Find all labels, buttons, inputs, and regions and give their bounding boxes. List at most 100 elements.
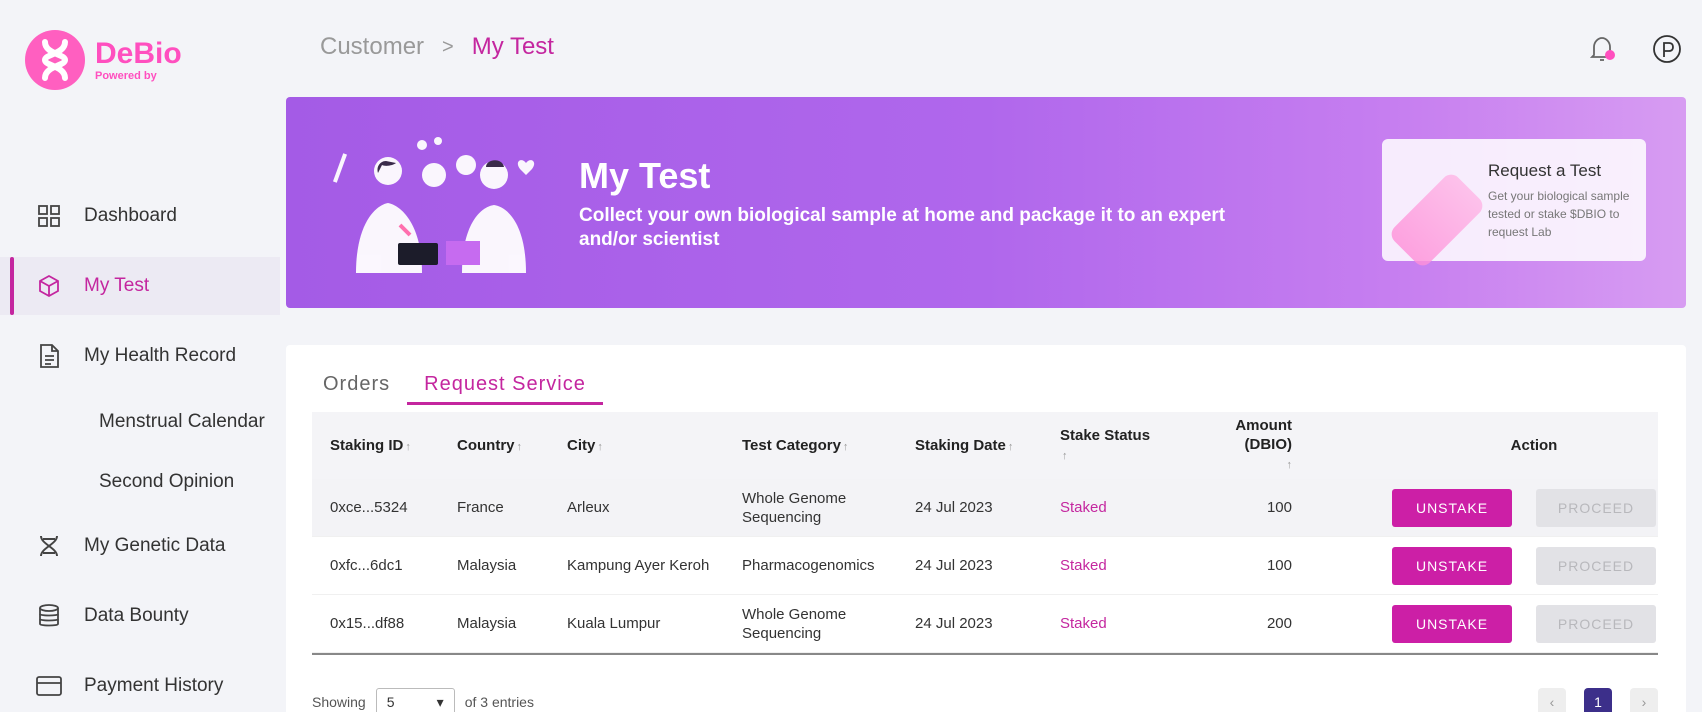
hero-banner: My Test Collect your own biological samp… [286, 97, 1686, 308]
database-icon [36, 603, 62, 629]
request-test-title: Request a Test [1488, 161, 1602, 180]
table-header: Staking ID ↑ Country ↑ City ↑ Test Category… [312, 412, 1658, 479]
table-row: 0xce...5324 France Arleux Whole Genome S… [312, 479, 1658, 537]
sidebar-item-genetic-data[interactable]: My Genetic Data [0, 517, 280, 575]
request-test-card[interactable]: Request a Test Get your biological sampl… [1382, 139, 1646, 270]
sidebar-item-second-opinion[interactable]: Second Opinion [0, 457, 280, 507]
proceed-button[interactable]: PROCEED [1536, 546, 1656, 585]
sidebar-item-label: My Health Record [84, 345, 237, 366]
test-tube-icon [1387, 170, 1487, 270]
cell-staking-date: 24 Jul 2023 [915, 499, 993, 516]
column-header-country[interactable]: Country ↑ [439, 437, 549, 454]
cell-city: Kuala Lumpur [567, 615, 661, 632]
banner-title: My Test [579, 155, 711, 196]
cell-city: Kampung Ayer Keroh [567, 557, 710, 574]
sort-arrow-icon: ↑ [597, 441, 603, 453]
content-panel: Orders Request Service Staking ID ↑ Count… [286, 345, 1686, 712]
table-footer: Showing 5 ▾ of 3 entries ‹ 1 › [312, 687, 1658, 712]
sidebar: DeBio Powered by Dashboard My Test My He… [0, 0, 280, 712]
entries-label: of 3 entries [464, 694, 534, 710]
cell-stake-status: Staked [1060, 499, 1107, 516]
pagination: ‹ 1 › [1538, 688, 1658, 712]
brand-subtitle: Powered by [95, 70, 157, 82]
chevron-left-icon[interactable]: ‹ [1538, 688, 1566, 712]
sidebar-item-my-test[interactable]: My Test [0, 257, 280, 315]
sidebar-item-data-bounty[interactable]: Data Bounty [0, 587, 280, 645]
brand-name: DeBio [95, 37, 182, 70]
unstake-button[interactable]: UNSTAKE [1392, 604, 1512, 643]
column-header-amount[interactable]: Amount (DBIO) ↑ [1187, 416, 1292, 475]
column-header-stake-status[interactable]: Stake Status ↑ [1042, 426, 1187, 466]
credit-card-icon [36, 673, 62, 699]
staking-table: Staking ID ↑ Country ↑ City ↑ Test Category… [312, 412, 1658, 655]
sidebar-item-payment-history[interactable]: Payment History [0, 657, 280, 712]
tab-request-service[interactable]: Request Service [407, 363, 603, 405]
sort-arrow-icon: ↑ [405, 441, 411, 453]
page-size-select[interactable]: 5 ▾ [375, 688, 455, 712]
grid-icon [36, 203, 62, 229]
sidebar-item-label: Data Bounty [84, 605, 189, 626]
chevron-right-icon[interactable]: › [1630, 688, 1658, 712]
cell-country: Malaysia [457, 557, 517, 574]
polkadot-icon[interactable] [1650, 32, 1684, 66]
bell-icon[interactable] [1586, 32, 1620, 66]
page-size-value: 5 [386, 694, 395, 710]
cell-actions: UNSTAKE PROCEED [1292, 546, 1658, 585]
sort-arrow-icon: ↑ [1286, 459, 1293, 471]
column-header-test-category[interactable]: Test Category ↑ [724, 437, 897, 454]
dna-icon [36, 533, 62, 559]
breadcrumb-separator: > [442, 35, 454, 58]
header-actions [1586, 32, 1684, 66]
table-row: 0x15...df88 Malaysia Kuala Lumpur Whole … [312, 595, 1658, 653]
document-icon [36, 343, 62, 369]
sort-arrow-icon: ↑ [516, 441, 523, 453]
cube-icon [36, 273, 62, 299]
cell-actions: UNSTAKE PROCEED [1292, 604, 1658, 643]
proceed-button[interactable]: PROCEED [1536, 604, 1656, 643]
request-test-description: Get your biological sample tested or sta… [1488, 189, 1630, 239]
sort-arrow-icon: ↑ [1007, 441, 1014, 453]
column-header-city[interactable]: City ↑ [549, 437, 724, 454]
unstake-button[interactable]: UNSTAKE [1392, 488, 1512, 527]
column-header-staking-date[interactable]: Staking Date ↑ [897, 437, 1042, 454]
sidebar-item-label: Dashboard [84, 205, 177, 226]
cell-amount: 100 [1266, 557, 1292, 574]
cell-test-category: Whole Genome Sequencing [742, 489, 847, 526]
proceed-button[interactable]: PROCEED [1536, 488, 1656, 527]
tab-bar: Orders Request Service [306, 363, 603, 405]
breadcrumb-root[interactable]: Customer [320, 33, 424, 61]
column-header-action: Action [1510, 437, 1558, 454]
cell-stake-status: Staked [1060, 557, 1107, 574]
sort-arrow-icon: ↑ [842, 441, 849, 453]
table-divider [312, 653, 1658, 655]
debio-logo-icon [25, 30, 85, 90]
cell-test-category: Pharmacogenomics [742, 557, 875, 574]
table-row: 0xfc...6dc1 Malaysia Kampung Ayer Keroh … [312, 537, 1658, 595]
scientists-illustration [326, 133, 546, 273]
logo[interactable]: DeBio Powered by [25, 30, 182, 90]
breadcrumb: Customer > My Test [320, 33, 554, 61]
cell-staking-id: 0xfc...6dc1 [330, 557, 403, 574]
sidebar-item-label: My Genetic Data [84, 535, 226, 556]
cell-city: Arleux [567, 499, 610, 516]
cell-actions: UNSTAKE PROCEED [1292, 488, 1658, 527]
tab-orders[interactable]: Orders [306, 363, 407, 405]
cell-test-category: Whole Genome Sequencing [742, 605, 847, 642]
sidebar-nav: Dashboard My Test My Health Record Menst… [0, 187, 280, 712]
sidebar-item-label: My Test [84, 275, 150, 296]
banner-description: Collect your own biological sample at ho… [579, 205, 1226, 250]
cell-staking-id: 0x15...df88 [330, 615, 405, 632]
cell-amount: 100 [1266, 499, 1292, 516]
chevron-down-icon: ▾ [436, 693, 444, 710]
sidebar-item-menstrual-calendar[interactable]: Menstrual Calendar [0, 397, 280, 447]
sidebar-item-dashboard[interactable]: Dashboard [0, 187, 280, 245]
cell-amount: 200 [1266, 615, 1292, 632]
breadcrumb-current: My Test [471, 33, 554, 60]
column-header-staking-id[interactable]: Staking ID ↑ [312, 437, 439, 454]
sidebar-item-health-record[interactable]: My Health Record [0, 327, 280, 385]
unstake-button[interactable]: UNSTAKE [1392, 546, 1512, 585]
cell-staking-date: 24 Jul 2023 [915, 615, 993, 632]
sidebar-item-label: Payment History [84, 675, 224, 696]
page-number[interactable]: 1 [1584, 688, 1612, 712]
cell-country: Malaysia [457, 615, 517, 632]
